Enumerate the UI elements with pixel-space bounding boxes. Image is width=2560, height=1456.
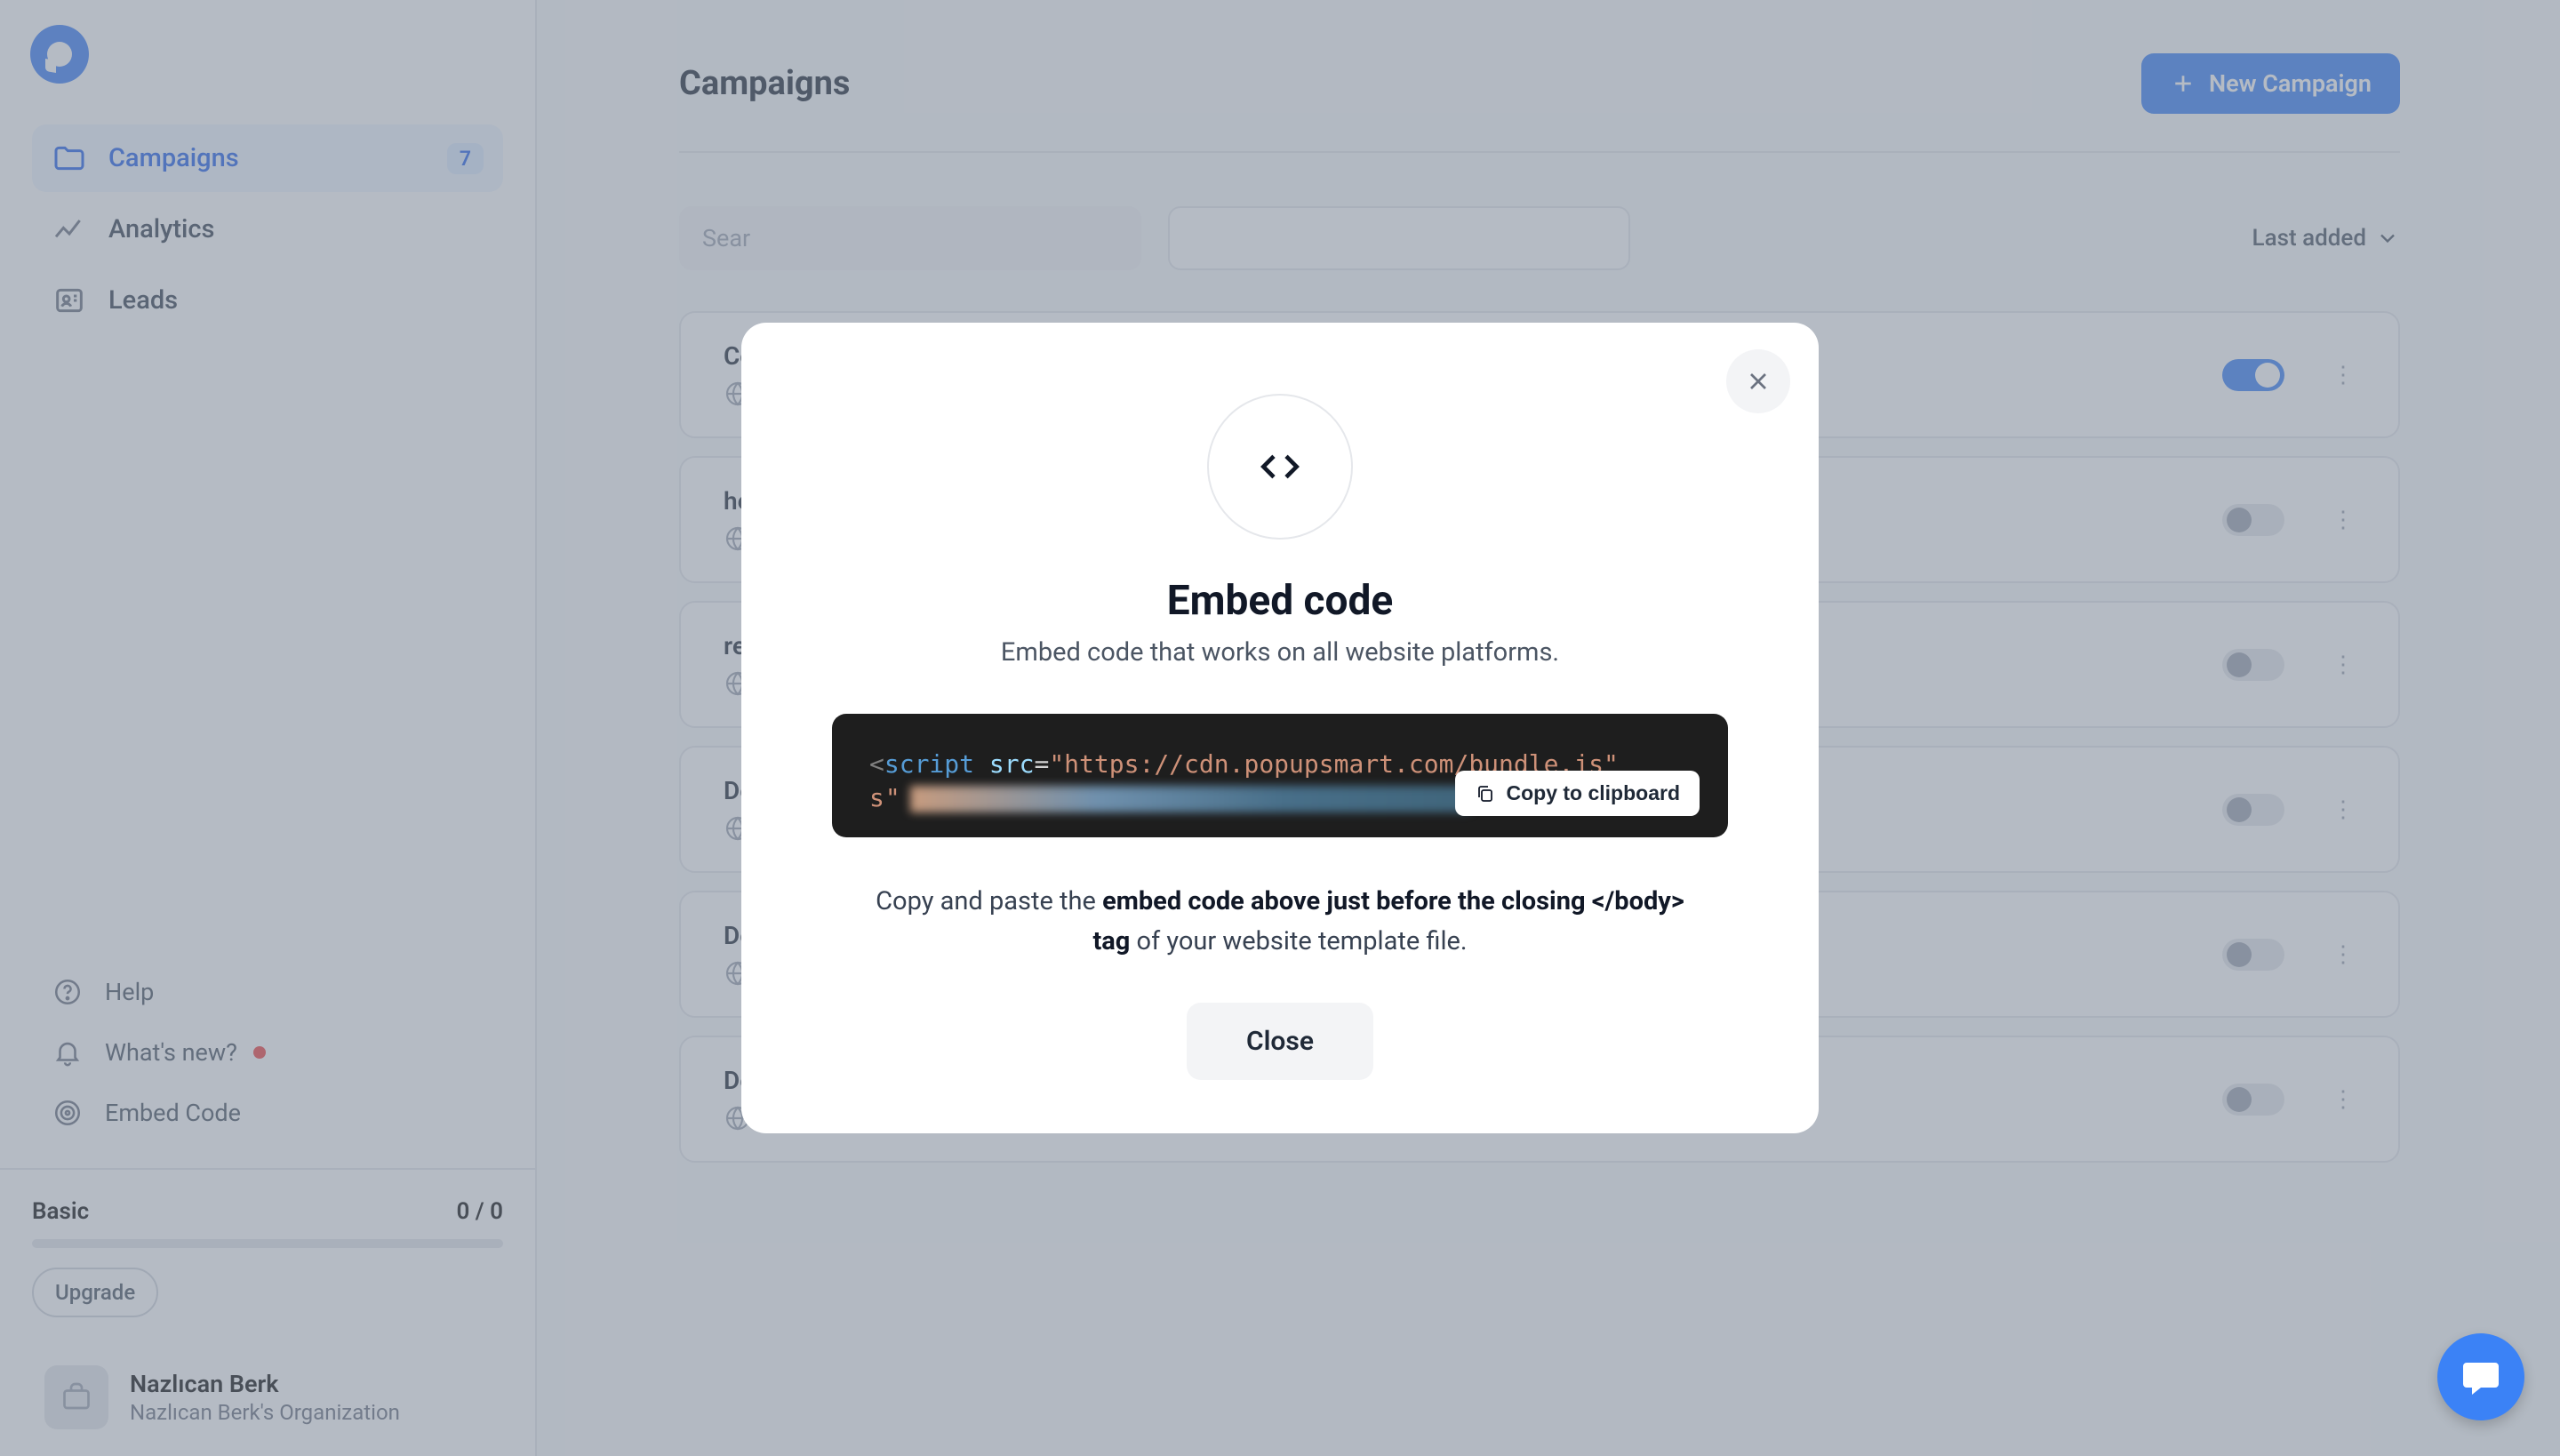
copy-icon — [1475, 783, 1496, 804]
button-label: Copy to clipboard — [1507, 780, 1681, 807]
code-tagname: script — [884, 749, 974, 779]
modal-overlay[interactable]: Embed code Embed code that works on all … — [0, 0, 2560, 1456]
close-icon-button[interactable] — [1726, 349, 1790, 413]
chat-icon — [2460, 1356, 2502, 1398]
modal-subtitle: Embed code that works on all website pla… — [796, 637, 1764, 668]
copy-to-clipboard-button[interactable]: Copy to clipboard — [1455, 771, 1700, 816]
close-button[interactable]: Close — [1187, 1003, 1373, 1080]
modal-instructions: Copy and paste the embed code above just… — [859, 882, 1701, 962]
code-icon-circle — [1207, 394, 1353, 540]
chat-widget-button[interactable] — [2437, 1333, 2524, 1420]
blurred-code — [910, 786, 1470, 812]
code-snippet[interactable]: <script src="https://cdn.popupsmart.com/… — [832, 714, 1728, 838]
close-icon — [1744, 367, 1772, 396]
code-icon — [1255, 442, 1305, 492]
embed-code-modal: Embed code Embed code that works on all … — [741, 323, 1819, 1133]
code-attr: src — [989, 749, 1035, 779]
modal-title: Embed code — [796, 577, 1764, 625]
